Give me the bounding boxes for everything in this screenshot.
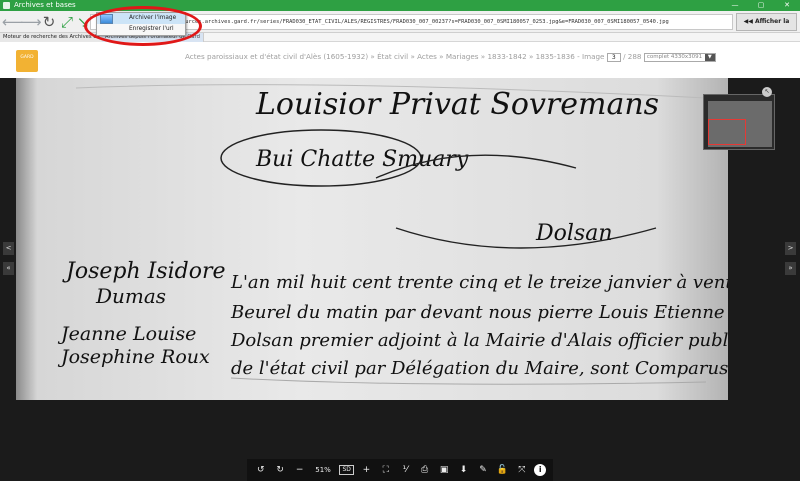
tools-icon[interactable]: ✎ (476, 465, 490, 475)
manuscript-body-2: Beurel du matin par devant nous pierre L… (230, 302, 725, 323)
page-number-input[interactable]: 3 (606, 52, 621, 62)
zoom-in-icon[interactable]: + (359, 465, 373, 475)
previous-image-button[interactable]: < (3, 242, 14, 255)
collapse-icon[interactable]: ↖ (762, 87, 772, 97)
expand-icon[interactable]: ⤧ (515, 465, 529, 475)
rotate-left-icon[interactable]: ↺ (254, 465, 268, 475)
download-icon[interactable]: ⬇ (457, 465, 471, 475)
window-title: Archives et bases (14, 1, 76, 9)
window-controls: — ▢ ✕ (722, 0, 800, 11)
lock-icon[interactable]: 🔓 (495, 465, 509, 475)
image-viewer[interactable]: Louisior Privat Sovremans Bui Chatte Smu… (0, 78, 800, 458)
viewport-indicator[interactable] (708, 119, 746, 145)
viewer-controls: ↺ ↻ − 51% SD + ⛶ ⅟ ⎙ ▣ ⬇ ✎ 🔓 ⤧ i (247, 459, 553, 481)
manuscript-line-3: Dolsan (535, 221, 613, 246)
quality-toggle[interactable]: SD (339, 465, 354, 475)
next-image-button[interactable]: > (785, 242, 796, 255)
manuscript-body-1: L'an mil huit cent trente cinq et le tre… (230, 272, 728, 293)
manuscript-body-3: Dolsan premier adjoint à la Mairie d'Ala… (230, 330, 728, 351)
first-image-button[interactable]: « (3, 262, 14, 275)
last-image-button[interactable]: » (785, 262, 796, 275)
maximize-button[interactable]: ▢ (748, 0, 774, 11)
show-list-button[interactable]: ◀◀ Afficher la liste (736, 13, 797, 41)
image-adjust-icon[interactable]: ▣ (437, 465, 451, 475)
actual-size-icon[interactable]: ⅟ (398, 465, 412, 475)
zoom-out-icon[interactable]: − (293, 465, 307, 475)
zoom-level: 51% (315, 466, 331, 474)
red-highlight-circle (84, 6, 202, 46)
thumbnail-image (708, 101, 772, 147)
archive-image[interactable]: Louisior Privat Sovremans Bui Chatte Smu… (16, 78, 744, 400)
chevron-down-icon: ▼ (704, 53, 715, 61)
double-chevron-left-icon: ◀◀ (743, 18, 753, 25)
forward-arrow-icon[interactable]: ⟶ (20, 13, 42, 31)
print-icon[interactable]: ⎙ (418, 465, 432, 475)
minimize-button[interactable]: — (722, 0, 748, 11)
back-arrow-icon[interactable]: ⟵ (2, 13, 24, 31)
margin-name-3: Jeanne Louise (57, 323, 196, 345)
margin-name-2: Dumas (95, 284, 166, 308)
app-icon (3, 2, 10, 9)
manuscript-line-1: Louisior Privat Sovremans (255, 87, 659, 122)
rotate-right-icon[interactable]: ↻ (273, 465, 287, 475)
close-button[interactable]: ✕ (774, 0, 800, 11)
navigator-thumbnail[interactable]: ↖ (703, 87, 775, 150)
viewer-header: GARD Actes paroissiaux et d'état civil d… (0, 42, 800, 78)
fit-screen-icon[interactable]: ⛶ (379, 465, 393, 475)
breadcrumb-path[interactable]: Actes paroissiaux et d'état civil d'Alès… (185, 52, 604, 61)
info-icon[interactable]: i (534, 464, 547, 476)
gard-logo[interactable]: GARD (16, 50, 38, 72)
reload-icon[interactable]: ↻ (40, 13, 58, 31)
breadcrumb: Actes paroissiaux et d'état civil d'Alès… (185, 52, 716, 62)
resolution-value: complet 4330x3091 (646, 53, 703, 60)
manuscript-drawing: Louisior Privat Sovremans Bui Chatte Smu… (57, 84, 744, 385)
resolution-select[interactable]: complet 4330x3091 ▼ (643, 52, 716, 62)
manuscript-body-4: de l'état civil par Délégation du Maire,… (231, 358, 728, 379)
margin-name-4: Josephine Roux (57, 346, 210, 368)
page-total: / 288 (623, 52, 642, 61)
margin-name-1: Joseph Isidore (62, 259, 226, 284)
